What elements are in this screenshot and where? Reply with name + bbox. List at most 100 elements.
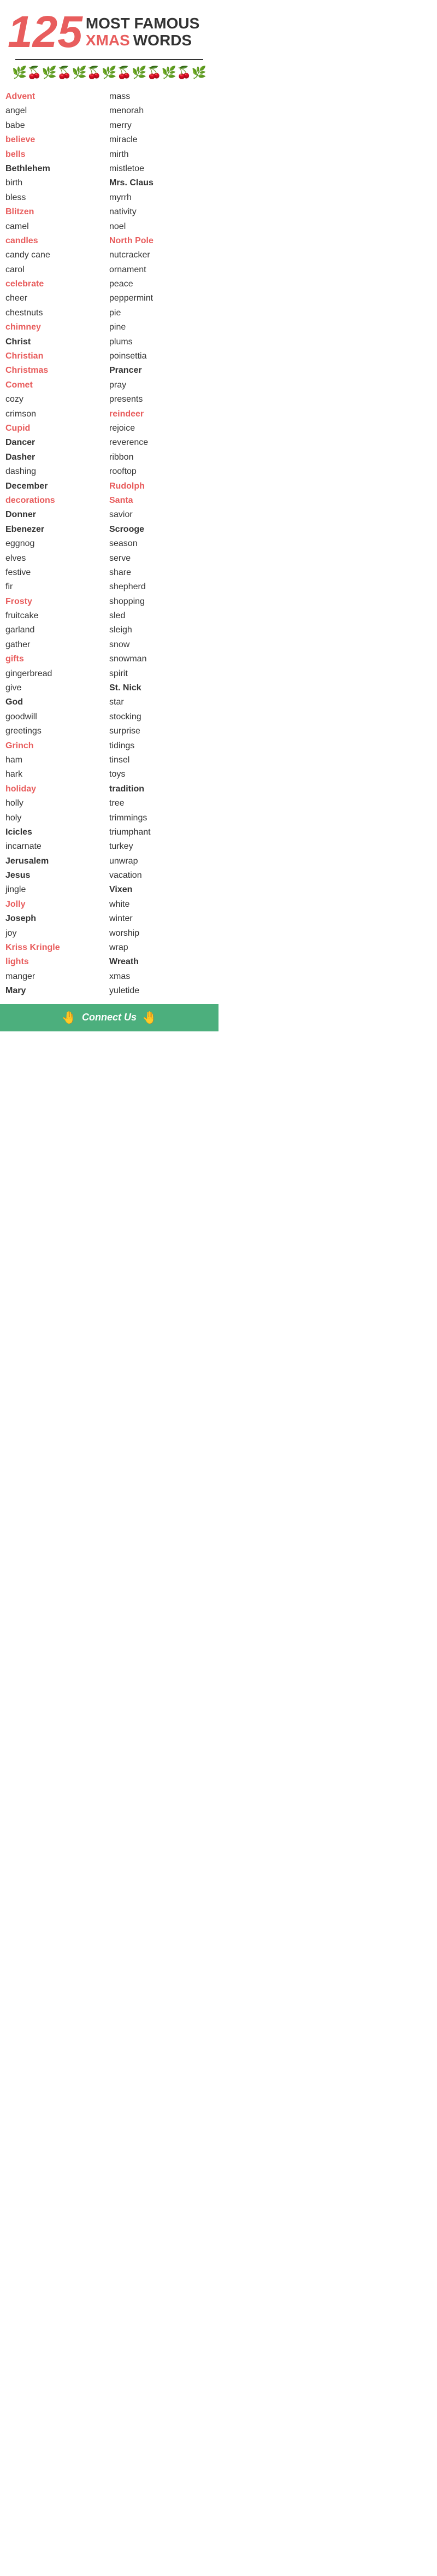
list-item: Blitzen (5, 205, 109, 219)
list-item: Donner (5, 508, 109, 522)
list-item: yuletide (109, 984, 213, 998)
list-item: winter (109, 912, 213, 926)
list-item: decorations (5, 494, 109, 508)
header-line2: XMAS (86, 32, 130, 49)
list-item: sleigh (109, 623, 213, 637)
footer: 🤚 Connect Us 🤚 (0, 1004, 218, 1031)
list-item: holly (5, 796, 109, 811)
list-item: joy (5, 926, 109, 941)
list-item: North Pole (109, 234, 213, 248)
list-item: gather (5, 638, 109, 652)
list-item: unwrap (109, 854, 213, 869)
list-item: shepherd (109, 580, 213, 594)
list-item: surprise (109, 724, 213, 738)
list-item: white (109, 897, 213, 912)
list-item: ham (5, 753, 109, 767)
list-item: Wreath (109, 955, 213, 969)
list-item: shopping (109, 595, 213, 609)
list-item: miracle (109, 133, 213, 147)
list-item: Icicles (5, 825, 109, 840)
list-item: myrrh (109, 191, 213, 205)
list-item: Jolly (5, 897, 109, 912)
list-item: fruitcake (5, 609, 109, 623)
list-item: Santa (109, 494, 213, 508)
list-item: Vixen (109, 883, 213, 897)
list-item: turkey (109, 840, 213, 854)
list-item: believe (5, 133, 109, 147)
list-item: God (5, 695, 109, 709)
list-item: cheer (5, 291, 109, 306)
list-item: eggnog (5, 537, 109, 551)
list-item: Cupid (5, 421, 109, 436)
header-number: 125 (8, 10, 82, 55)
list-item: Joseph (5, 912, 109, 926)
list-item: pine (109, 320, 213, 335)
list-item: Scrooge (109, 523, 213, 537)
list-item: Jerusalem (5, 854, 109, 869)
header-divider (15, 59, 203, 60)
list-item: rooftop (109, 465, 213, 479)
list-item: presents (109, 392, 213, 407)
list-item: give (5, 681, 109, 695)
list-item: tradition (109, 782, 213, 796)
list-item: Bethlehem (5, 162, 109, 176)
list-item: rejoice (109, 421, 213, 436)
list-item: noel (109, 220, 213, 234)
list-item: fir (5, 580, 109, 594)
list-item: nativity (109, 205, 213, 219)
list-item: poinsettia (109, 349, 213, 363)
footer-hand-right: 🤚 (142, 1011, 157, 1025)
list-item: cozy (5, 392, 109, 407)
right-column: massmenorahmerrymiraclemirthmistletoeMrs… (109, 90, 213, 999)
list-item: snow (109, 638, 213, 652)
list-item: menorah (109, 104, 213, 118)
list-item: Rudolph (109, 479, 213, 494)
header-line1: MOST FAMOUS (86, 15, 199, 32)
list-item: birth (5, 176, 109, 190)
list-item: Advent (5, 90, 109, 104)
list-item: serve (109, 551, 213, 566)
list-item: worship (109, 926, 213, 941)
list-item: Ebenezer (5, 523, 109, 537)
list-item: camel (5, 220, 109, 234)
list-item: incarnate (5, 840, 109, 854)
list-item: Grinch (5, 739, 109, 753)
list-item: hark (5, 767, 109, 782)
list-item: December (5, 479, 109, 494)
header-line3: WORDS (133, 32, 192, 49)
list-item: bless (5, 191, 109, 205)
list-item: Christmas (5, 363, 109, 378)
list-item: wrap (109, 941, 213, 955)
list-item: carol (5, 263, 109, 277)
list-item: spirit (109, 667, 213, 681)
list-item: sled (109, 609, 213, 623)
list-item: reindeer (109, 407, 213, 421)
list-item: candles (5, 234, 109, 248)
list-item: bells (5, 148, 109, 162)
list-item: nutcracker (109, 248, 213, 262)
list-item: holiday (5, 782, 109, 796)
list-item: St. Nick (109, 681, 213, 695)
list-item: trimmings (109, 811, 213, 825)
list-item: Jesus (5, 869, 109, 883)
list-item: merry (109, 119, 213, 133)
list-item: season (109, 537, 213, 551)
list-item: jingle (5, 883, 109, 897)
list-item: vacation (109, 869, 213, 883)
footer-hand-left: 🤚 (62, 1011, 76, 1025)
list-item: savior (109, 508, 213, 522)
list-item: crimson (5, 407, 109, 421)
list-item: Comet (5, 378, 109, 392)
list-item: babe (5, 119, 109, 133)
list-item: Kriss Kringle (5, 941, 109, 955)
list-item: greetings (5, 724, 109, 738)
list-item: snowman (109, 652, 213, 666)
list-item: tinsel (109, 753, 213, 767)
list-item: gingerbread (5, 667, 109, 681)
list-item: lights (5, 955, 109, 969)
list-item: mistletoe (109, 162, 213, 176)
list-item: Christ (5, 335, 109, 349)
list-item: goodwill (5, 710, 109, 724)
list-item: festive (5, 566, 109, 580)
list-item: mirth (109, 148, 213, 162)
